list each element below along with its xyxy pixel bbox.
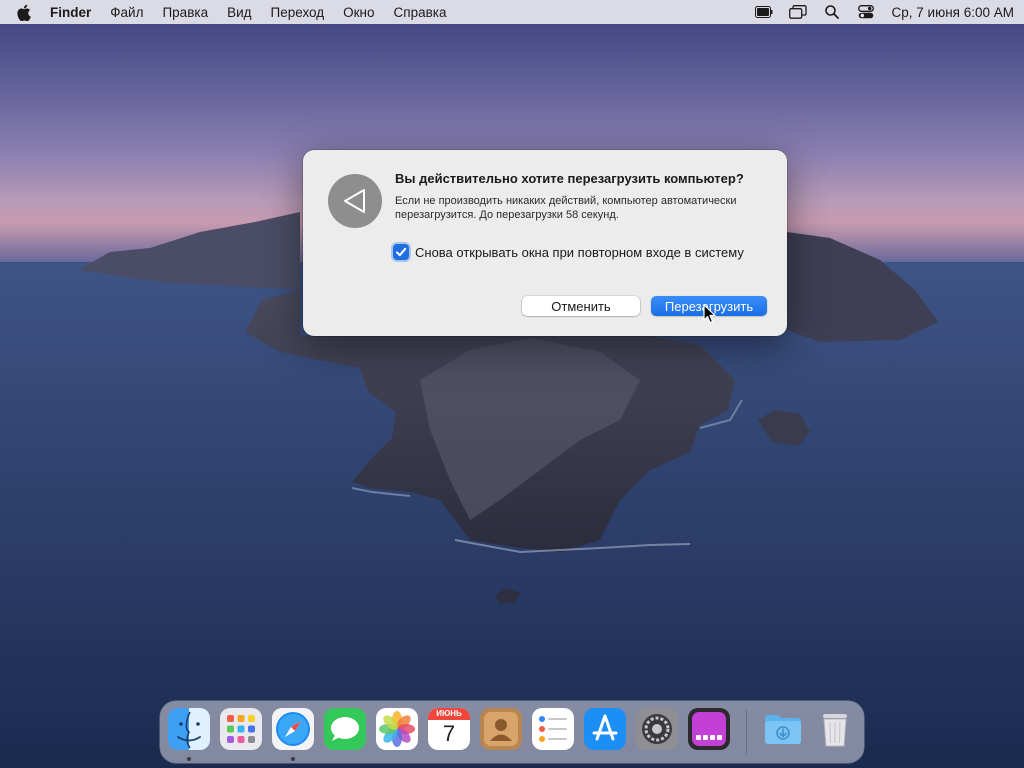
safari-running-indicator [291,757,295,761]
screen-mirroring-icon[interactable] [788,4,808,20]
menubar-clock[interactable]: Ср, 7 июня 6:00 AM [892,5,1014,20]
reopen-windows-checkbox[interactable] [393,244,409,260]
control-center-icon[interactable] [856,4,876,20]
reminders-icon[interactable] [532,708,574,750]
menu-bar: Finder Файл Правка Вид Переход Окно Спра… [0,0,1024,24]
mouse-cursor-icon [703,304,716,324]
contacts-icon[interactable] [480,708,522,750]
menu-view[interactable]: Вид [227,5,251,20]
launchpad-icon[interactable] [220,708,262,750]
finder-running-indicator [187,757,191,761]
app-store-icon[interactable] [584,708,626,750]
desktop-wallpaper [0,0,1024,768]
menu-window[interactable]: Окно [343,5,374,20]
finder-icon[interactable] [168,708,210,750]
battery-icon[interactable] [754,4,774,20]
downloads-folder-icon[interactable] [762,708,804,750]
calendar-icon[interactable]: ИЮНЬ 7 [428,708,470,750]
menu-app-finder[interactable]: Finder [50,5,91,20]
podcasts-icon[interactable] [688,708,730,750]
safari-icon[interactable] [272,708,314,750]
spotlight-search-icon[interactable] [822,4,842,20]
reopen-windows-label: Снова открывать окна при повторном входе… [415,244,744,260]
calendar-day-label: 7 [442,721,456,746]
menu-go[interactable]: Переход [271,5,325,20]
menu-help[interactable]: Справка [394,5,447,20]
menu-file[interactable]: Файл [110,5,143,20]
restart-alert-icon [328,174,382,228]
dialog-title: Вы действительно хотите перезагрузить ко… [395,171,744,186]
apple-menu-icon[interactable] [16,3,34,21]
system-preferences-icon[interactable] [636,708,678,750]
calendar-month-label: ИЮНЬ [428,708,470,720]
dock-separator [746,710,747,754]
trash-icon[interactable] [814,708,856,750]
dock: ИЮНЬ 7 [160,701,864,763]
messages-icon[interactable] [324,708,366,750]
menu-edit[interactable]: Правка [162,5,208,20]
checkmark-icon [396,247,407,257]
photos-icon[interactable] [376,708,418,750]
reopen-windows-option[interactable]: Снова открывать окна при повторном входе… [393,244,744,260]
cancel-button[interactable]: Отменить [522,296,640,316]
dialog-message: Если не производить никаких действий, ко… [395,195,737,221]
